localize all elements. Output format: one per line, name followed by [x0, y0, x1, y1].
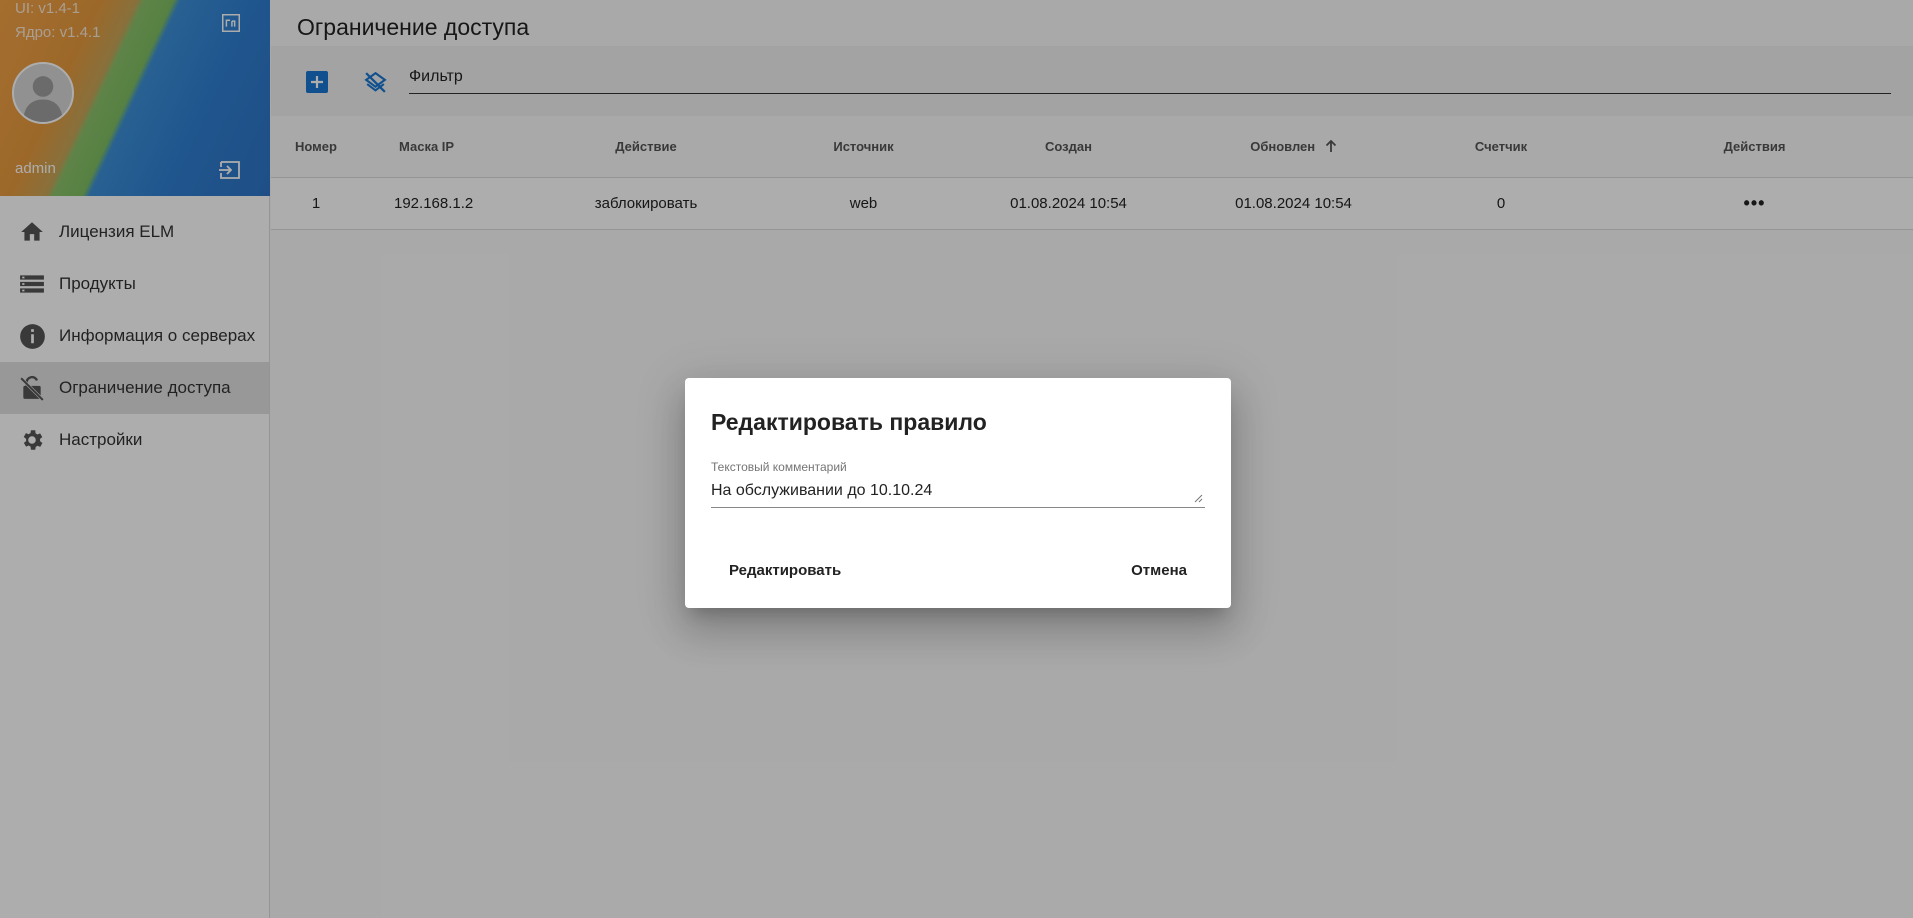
edit-rule-dialog: Редактировать правило Текстовый коммента… — [685, 378, 1231, 608]
dialog-title: Редактировать правило — [711, 409, 987, 435]
resize-handle-icon[interactable] — [1194, 494, 1203, 503]
cancel-button[interactable]: Отмена — [1131, 562, 1187, 579]
comment-textarea[interactable]: На обслуживании до 10.10.24 — [711, 482, 1205, 508]
comment-field-label: Текстовый комментарий — [711, 460, 847, 474]
comment-value: На обслуживании до 10.10.24 — [711, 482, 933, 499]
edit-button[interactable]: Редактировать — [729, 562, 841, 579]
